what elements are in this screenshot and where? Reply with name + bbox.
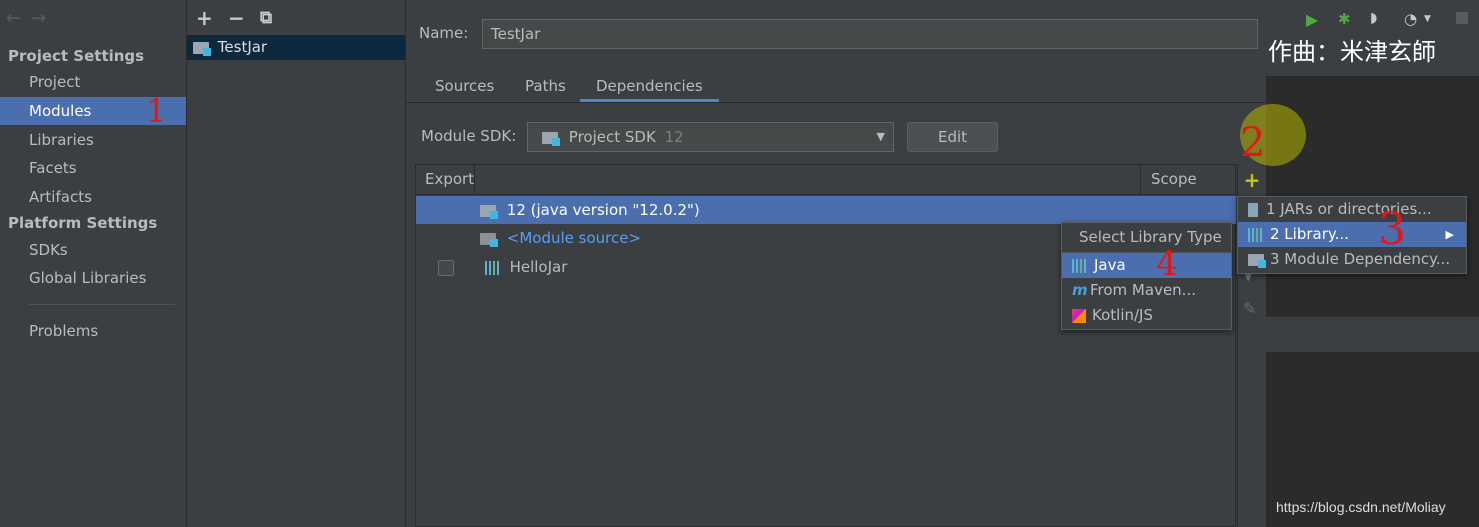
profile-icon[interactable]: ◔ [1404,10,1417,28]
tab-dependencies[interactable]: Dependencies [580,70,719,102]
module-name-field[interactable]: TestJar [482,19,1258,49]
module-sdk-label: Module SDK: [421,127,517,145]
edit-sdk-button[interactable]: Edit [907,122,998,152]
forward-arrow-icon[interactable]: → [31,8,56,29]
profile-dropdown-icon[interactable]: ▼ [1424,14,1431,24]
copy-module-button[interactable]: ⧉ [260,8,272,28]
menu-item-module-dependency[interactable]: 3 Module Dependency... [1238,247,1466,272]
edit-pencil-icon[interactable]: ✎ [1243,299,1256,318]
editor-tab-strip [1266,316,1479,353]
module-name: TestJar [217,38,268,56]
menu-item-maven[interactable]: m From Maven... [1062,278,1231,303]
module-folder-icon [193,41,211,56]
sidebar-item-artifacts[interactable]: Artifacts [0,183,186,211]
project-settings-title: Project Settings [8,47,145,65]
module-sdk-combobox[interactable]: Project SDK 12 ▼ [527,122,894,152]
menu-item-label: Kotlin/JS [1092,306,1153,324]
sidebar-item-libraries[interactable]: Libraries [0,126,186,154]
sidebar-item-sdks[interactable]: SDKs [0,236,186,264]
debug-icon[interactable]: ✱ [1338,10,1351,28]
dependency-name: 12 (java version "12.0.2") [506,201,700,219]
library-type-title: Select Library Type [1062,223,1231,253]
menu-item-label: 3 Module Dependency... [1270,250,1451,268]
submenu-arrow-icon: ▶ [1445,228,1454,241]
add-module-button[interactable]: + [196,6,213,30]
annotation-2: 2 [1240,120,1266,166]
tab-paths[interactable]: Paths [509,70,582,102]
coverage-icon[interactable]: ◗ [1370,10,1377,26]
library-icon [1248,227,1264,242]
tab-sources[interactable]: Sources [419,70,510,102]
header-divider [416,194,1236,195]
menu-item-label: From Maven... [1090,281,1196,299]
add-dependency-button[interactable]: + [1242,168,1262,194]
run-icon[interactable]: ▶ [1306,10,1318,29]
source-folder-icon [480,232,498,247]
library-icon [484,260,501,275]
export-column-header[interactable]: Export [416,165,475,194]
table-row[interactable]: 12 (java version "12.0.2") [416,196,1236,224]
module-list-panel [187,0,406,527]
sdk-version: 12 [664,128,684,146]
menu-item-label: 1 JARs or directories... [1266,200,1432,218]
library-type-menu: Select Library Type Java m From Maven... … [1061,222,1232,330]
menu-item-jars[interactable]: 1 JARs or directories... [1238,197,1466,222]
annotation-1: 1 [146,92,167,130]
name-label: Name: [419,24,469,42]
menu-item-java[interactable]: Java [1062,253,1231,278]
kotlin-js-icon [1072,308,1086,323]
add-dependency-menu: 1 JARs or directories... 2 Library... ▶ 3… [1237,196,1467,274]
module-icon [1248,253,1266,268]
scope-column-header[interactable]: Scope [1140,165,1236,194]
menu-item-label: Java [1094,256,1126,274]
platform-settings-title: Platform Settings [8,214,158,232]
back-arrow-icon[interactable]: ← [6,8,31,29]
maven-icon: m [1072,281,1088,299]
dependency-name: HelloJar [509,258,568,276]
module-list-item[interactable]: TestJar [187,35,405,60]
annotation-4: 4 [1156,244,1178,284]
jar-icon [1248,202,1258,217]
settings-sidebar: ←→ Project Settings Project Modules Libr… [0,0,187,527]
menu-item-label: 2 Library... [1270,225,1349,243]
stop-icon[interactable] [1456,12,1468,24]
sidebar-item-facets[interactable]: Facets [0,154,186,182]
caption-overlay: 作曲：米津玄師 [1268,38,1436,66]
export-checkbox[interactable] [438,259,454,276]
jdk-folder-icon [480,204,498,219]
sidebar-item-problems[interactable]: Problems [0,317,186,345]
sdk-value: Project SDK [568,128,656,146]
navigation-arrows: ←→ [6,8,56,29]
sidebar-item-global-libraries[interactable]: Global Libraries [0,264,186,292]
sidebar-separator [29,304,175,305]
tab-divider [406,102,1266,103]
menu-item-library[interactable]: 2 Library... ▶ [1238,222,1466,247]
watermark-text: https://blog.csdn.net/Moliay [1276,499,1446,515]
remove-module-button[interactable]: − [228,6,245,30]
java-library-icon [1072,258,1088,273]
dependency-name: <Module source> [506,229,642,247]
annotation-3: 3 [1378,204,1406,255]
sdk-folder-icon [542,131,560,146]
dropdown-arrow-icon: ▼ [876,130,885,143]
menu-item-kotlin-js[interactable]: Kotlin/JS [1062,303,1231,328]
